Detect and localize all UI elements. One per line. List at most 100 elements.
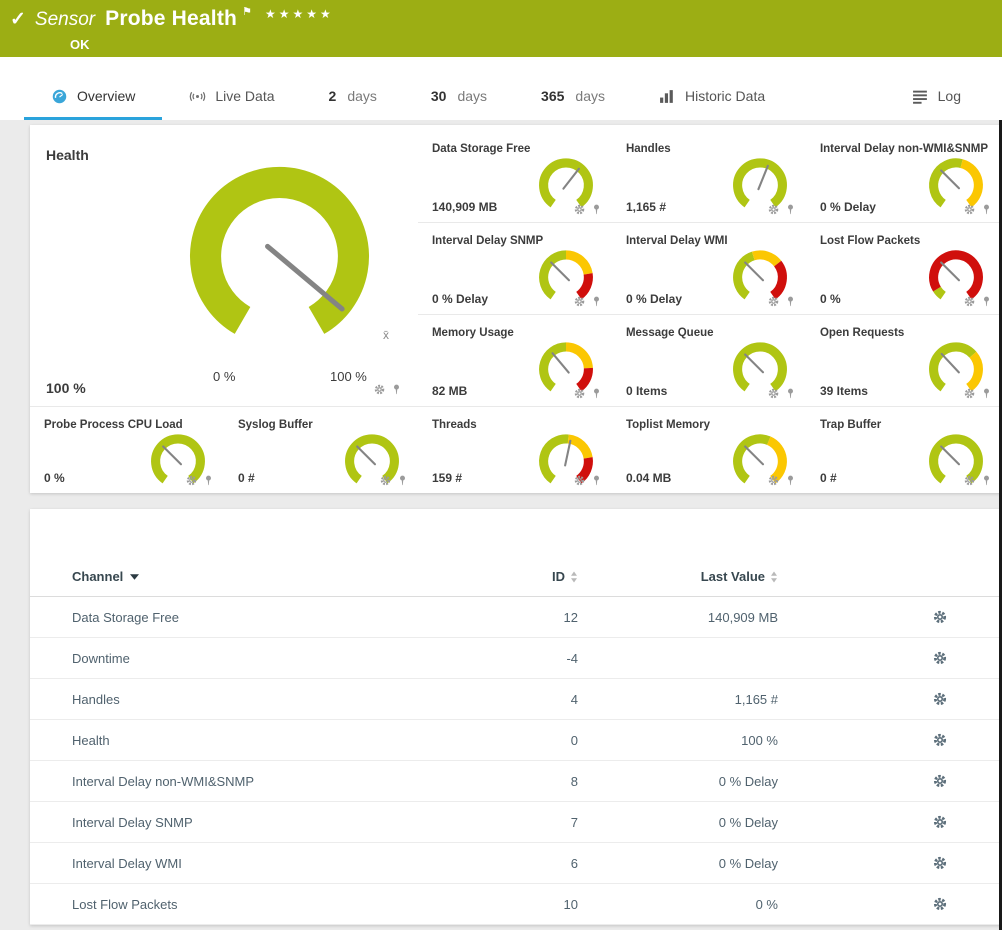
tab-historic-label: Historic Data: [685, 88, 765, 104]
gear-icon[interactable]: [933, 610, 947, 624]
sort-arrows-icon: [570, 571, 578, 583]
gear-icon[interactable]: [964, 296, 975, 307]
channel-last-value: 0 % Delay: [578, 774, 778, 789]
channel-id: 4: [442, 692, 578, 707]
column-header-id: ID: [552, 569, 565, 584]
gear-icon[interactable]: [374, 384, 385, 395]
health-scale-max: 100 %: [330, 369, 367, 384]
tab-live-data-label: Live Data: [215, 88, 274, 104]
gauge-value: 0 %: [44, 471, 65, 485]
gear-icon[interactable]: [768, 475, 779, 486]
priority-stars[interactable]: ★★★★★: [265, 7, 334, 21]
pin-icon[interactable]: [591, 204, 602, 215]
gauge-cell: Data Storage Free 140,909 MB: [418, 131, 612, 223]
gear-icon[interactable]: [574, 204, 585, 215]
health-title: Health: [46, 147, 404, 163]
gear-icon[interactable]: [964, 204, 975, 215]
gear-icon[interactable]: [768, 388, 779, 399]
gauge-cell: Message Queue 0 Items: [612, 315, 806, 407]
pin-icon[interactable]: [981, 204, 992, 215]
gear-icon[interactable]: [574, 475, 585, 486]
tab-2-days[interactable]: 2 days: [302, 75, 404, 120]
gauge-cell: Interval Delay SNMP 0 % Delay: [418, 223, 612, 315]
tab-30-days[interactable]: 30 days: [404, 75, 514, 120]
gauge-cell: Lost Flow Packets 0 %: [806, 223, 1002, 315]
gear-icon[interactable]: [768, 204, 779, 215]
gauge-cell: Open Requests 39 Items: [806, 315, 1002, 407]
channel-last-value: 100 %: [578, 733, 778, 748]
sensor-type-label: Sensor: [35, 9, 95, 31]
table-row: Interval Delay WMI 6 0 % Delay: [30, 843, 1002, 884]
sort-by-last-value[interactable]: Last Value: [578, 569, 778, 584]
table-row: Interval Delay SNMP 7 0 % Delay: [30, 802, 1002, 843]
pin-icon[interactable]: [591, 388, 602, 399]
channel-name: Lost Flow Packets: [72, 897, 442, 912]
channel-name: Health: [72, 733, 442, 748]
gear-icon[interactable]: [933, 815, 947, 829]
tab-historic-data[interactable]: Historic Data: [632, 75, 792, 120]
gauge-cell: Interval Delay non-WMI&SNMP 0 % Delay: [806, 131, 1002, 223]
pin-icon[interactable]: [591, 296, 602, 307]
channel-id: 10: [442, 897, 578, 912]
tab-365-days[interactable]: 365 days: [514, 75, 632, 120]
gear-icon[interactable]: [964, 388, 975, 399]
pin-icon[interactable]: [203, 475, 214, 486]
gauge-value: 0 #: [820, 471, 837, 485]
health-value: 100 %: [46, 380, 86, 396]
table-row: Downtime -4: [30, 638, 1002, 679]
pin-icon[interactable]: [981, 475, 992, 486]
gauge-cell: Probe Process CPU Load 0 %: [30, 407, 224, 493]
tab-overview[interactable]: Overview: [24, 75, 162, 120]
tab-overview-label: Overview: [77, 88, 135, 104]
gauge-cell: Trap Buffer 0 #: [806, 407, 1002, 493]
sort-by-id[interactable]: ID: [442, 569, 578, 584]
pin-icon[interactable]: [397, 475, 408, 486]
pin-icon[interactable]: [981, 296, 992, 307]
sort-by-channel[interactable]: Channel: [72, 569, 442, 584]
gear-icon[interactable]: [964, 475, 975, 486]
channel-id: 8: [442, 774, 578, 789]
gear-icon[interactable]: [380, 475, 391, 486]
pin-icon[interactable]: [785, 388, 796, 399]
gear-icon[interactable]: [933, 856, 947, 870]
gauges-panel: Health 0 % 100 % x̄ 100 % Data Storage F…: [30, 125, 1002, 493]
overview-gauge-icon: [51, 89, 68, 104]
page-content: Health 0 % 100 % x̄ 100 % Data Storage F…: [0, 120, 1002, 925]
flag-icon[interactable]: ⚑: [242, 5, 252, 18]
tab-live-data[interactable]: Live Data: [162, 75, 301, 120]
gauge-value: 0 % Delay: [432, 292, 488, 306]
gear-icon[interactable]: [574, 296, 585, 307]
gear-icon[interactable]: [186, 475, 197, 486]
gauge-value: 0 % Delay: [626, 292, 682, 306]
pin-icon[interactable]: [785, 475, 796, 486]
pin-icon[interactable]: [785, 204, 796, 215]
health-gauge-panel: Health 0 % 100 % x̄ 100 %: [30, 131, 418, 407]
gauge-value: 0 #: [238, 471, 255, 485]
pin-icon[interactable]: [785, 296, 796, 307]
table-row: Data Storage Free 12 140,909 MB: [30, 597, 1002, 638]
gauge-cell: Syslog Buffer 0 #: [224, 407, 418, 493]
gear-icon[interactable]: [933, 692, 947, 706]
pin-icon[interactable]: [391, 384, 402, 395]
table-row: Lost Flow Packets 10 0 %: [30, 884, 1002, 925]
pin-icon[interactable]: [981, 388, 992, 399]
gauge-cell: Toplist Memory 0.04 MB: [612, 407, 806, 493]
gauge-value: 0 %: [820, 292, 841, 306]
gear-icon[interactable]: [933, 733, 947, 747]
gear-icon[interactable]: [933, 651, 947, 665]
gear-icon[interactable]: [933, 774, 947, 788]
gauge-value: 140,909 MB: [432, 200, 497, 214]
gear-icon[interactable]: [768, 296, 779, 307]
channel-name: Interval Delay SNMP: [72, 815, 442, 830]
gauge-cell: Memory Usage 82 MB: [418, 315, 612, 407]
gauge-value: 1,165 #: [626, 200, 666, 214]
tab-log[interactable]: Log: [885, 75, 988, 120]
gauge-value: 0 Items: [626, 384, 667, 398]
pin-icon[interactable]: [591, 475, 602, 486]
channel-last-value: 0 %: [578, 897, 778, 912]
gear-icon[interactable]: [933, 897, 947, 911]
gear-icon[interactable]: [574, 388, 585, 399]
health-gauge-dial: [182, 163, 377, 342]
table-row: Health 0 100 %: [30, 720, 1002, 761]
column-header-last-value: Last Value: [701, 569, 765, 584]
